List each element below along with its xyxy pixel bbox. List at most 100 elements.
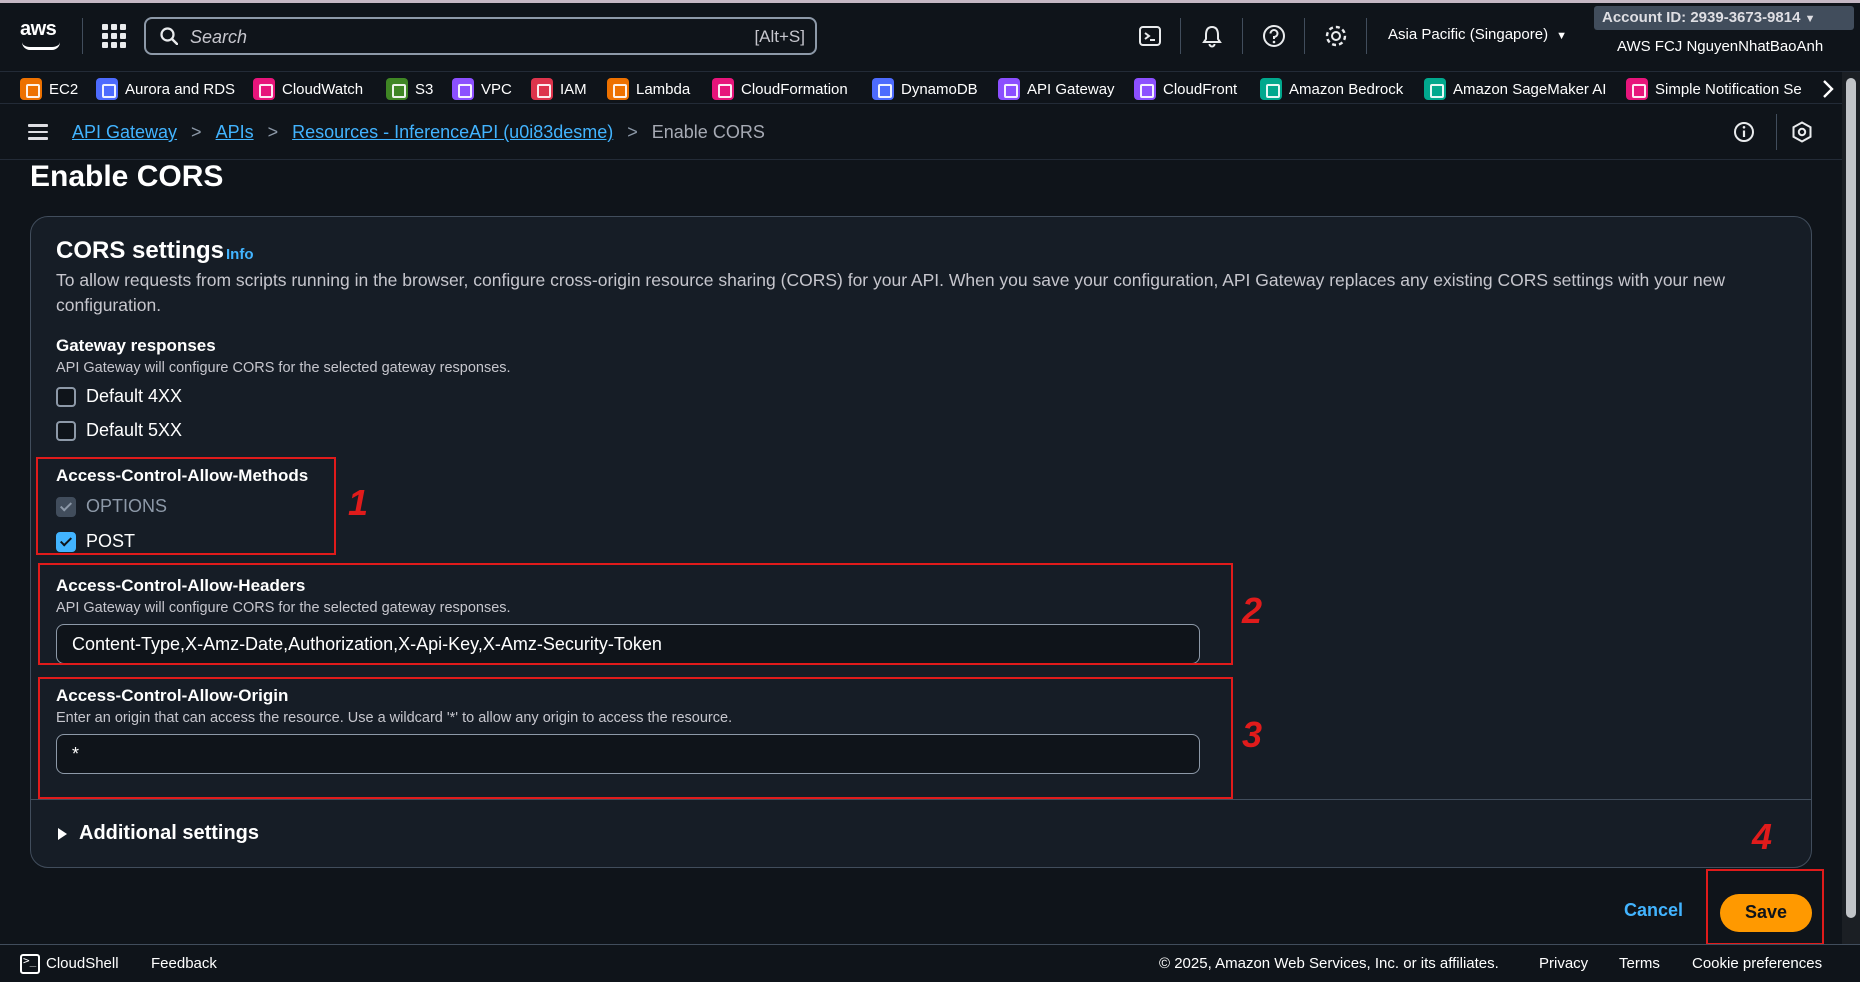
- search-shortcut: [Alt+S]: [754, 27, 805, 46]
- menu-icon[interactable]: [28, 124, 48, 140]
- s3-icon: [386, 78, 408, 100]
- account-id-menu[interactable]: Account ID: 2939-3673-9814 ▼: [1594, 6, 1854, 30]
- chevron-right-icon: >: [627, 122, 638, 142]
- favorite-vpc[interactable]: VPC: [452, 76, 512, 102]
- search-input[interactable]: Search [Alt+S]: [144, 17, 817, 55]
- region-selector[interactable]: Asia Pacific (Singapore) ▼: [1388, 26, 1567, 43]
- nav-divider: [1242, 18, 1243, 54]
- favorite-dynamodb[interactable]: DynamoDB: [872, 76, 978, 102]
- info-link[interactable]: Info: [226, 246, 254, 263]
- chevron-right-icon: >: [191, 122, 202, 142]
- favorite-sns[interactable]: Simple Notification Se: [1626, 76, 1810, 102]
- favorite-label: Lambda: [636, 80, 691, 98]
- favorite-label: DynamoDB: [901, 80, 978, 98]
- favorite-lambda[interactable]: Lambda: [607, 76, 690, 102]
- gear-icon[interactable]: [1322, 22, 1350, 50]
- annotation-number-2: 2: [1242, 590, 1263, 631]
- aws-logo[interactable]: aws: [20, 18, 64, 52]
- annotation-box-3: [38, 677, 1233, 799]
- cloudfront-icon: [1134, 78, 1156, 100]
- cancel-button[interactable]: Cancel: [1624, 900, 1683, 921]
- favorite-label: Simple Notification Se: [1655, 80, 1802, 98]
- annotation-box-4: [1706, 869, 1824, 945]
- top-navigation: aws Search [Alt+S] Asia Pacific (Singapo…: [0, 0, 1860, 72]
- cloudwatch-icon: [253, 78, 275, 100]
- scrollbar-thumb[interactable]: [1846, 78, 1856, 918]
- favorite-cloudwatch[interactable]: CloudWatch: [253, 76, 363, 102]
- nav-divider: [1304, 18, 1305, 54]
- favorite-ec2[interactable]: EC2: [20, 76, 78, 102]
- favorite-label: IAM: [560, 80, 587, 98]
- apps-icon[interactable]: [100, 22, 126, 48]
- breadcrumb-bar: API Gateway > APIs > Resources - Inferen…: [0, 104, 1860, 160]
- favorite-label: Amazon Bedrock: [1289, 80, 1404, 98]
- chevron-right-icon: >: [267, 122, 279, 142]
- favorite-iam[interactable]: IAM: [531, 76, 587, 102]
- favorite-s3[interactable]: S3: [386, 76, 433, 102]
- info-icon[interactable]: [1732, 120, 1756, 144]
- feedback-link[interactable]: Feedback: [151, 955, 217, 972]
- favorite-label: CloudFormation: [741, 80, 848, 98]
- footer: CloudShell Feedback © 2025, Amazon Web S…: [0, 944, 1860, 982]
- account-id-label: Account ID: 2939-3673-9814: [1602, 9, 1801, 26]
- favorite-label: Aurora and RDS: [125, 80, 236, 98]
- aurora-icon: [96, 78, 118, 100]
- additional-settings-expander[interactable]: Additional settings: [58, 822, 259, 845]
- nav-divider: [1180, 18, 1181, 54]
- favorite-label: CloudWatch: [282, 80, 364, 98]
- default-4xx-checkbox[interactable]: [56, 387, 76, 407]
- cors-settings-title: CORS settings: [56, 237, 225, 264]
- cloudshell-icon[interactable]: [20, 954, 40, 974]
- favorite-bedrock[interactable]: Amazon Bedrock: [1260, 76, 1403, 102]
- breadcrumb-current: Enable CORS: [651, 122, 765, 142]
- breadcrumb-api-gateway[interactable]: API Gateway: [72, 122, 177, 143]
- cloudshell-icon[interactable]: [1136, 22, 1164, 50]
- favorite-api-gateway[interactable]: API Gateway: [998, 76, 1115, 102]
- favorite-cloudformation[interactable]: CloudFormation: [712, 76, 848, 102]
- default-5xx-checkbox[interactable]: [56, 421, 76, 441]
- favorite-label: S3: [415, 80, 434, 98]
- nav-divider: [1776, 114, 1777, 150]
- favorite-aurora[interactable]: Aurora and RDS: [96, 76, 235, 102]
- region-label: Asia Pacific (Singapore): [1388, 26, 1549, 43]
- nav-divider: [82, 18, 83, 54]
- settings-hexagon-icon[interactable]: [1790, 120, 1814, 144]
- sns-icon: [1626, 78, 1648, 100]
- cookie-preferences-link[interactable]: Cookie preferences: [1692, 955, 1822, 972]
- favorite-label: VPC: [481, 80, 512, 98]
- caret-down-icon: ▼: [1556, 30, 1567, 42]
- aws-smile-icon: [22, 42, 60, 50]
- favorite-label: EC2: [49, 80, 79, 98]
- copyright-text: © 2025, Amazon Web Services, Inc. or its…: [1159, 955, 1499, 972]
- nav-divider: [1366, 18, 1367, 54]
- ec2-icon: [20, 78, 42, 100]
- gateway-responses-description: API Gateway will configure CORS for the …: [56, 360, 511, 376]
- top-accent-rule: [0, 0, 1860, 3]
- iam-icon: [531, 78, 553, 100]
- favorite-cloudfront[interactable]: CloudFront: [1134, 76, 1237, 102]
- dynamodb-icon: [872, 78, 894, 100]
- bell-icon[interactable]: [1198, 22, 1226, 50]
- help-icon[interactable]: [1260, 22, 1288, 50]
- sagemaker-icon: [1424, 78, 1446, 100]
- favorite-label: Amazon SageMaker AI: [1453, 80, 1607, 98]
- breadcrumb-apis[interactable]: APIs: [216, 122, 254, 143]
- page-title: Enable CORS: [30, 160, 224, 193]
- breadcrumb-resources[interactable]: Resources - InferenceAPI (u0i83desme): [292, 122, 613, 143]
- aws-logo-text: aws: [20, 18, 57, 40]
- section-divider: [31, 799, 1811, 800]
- default-4xx-label: Default 4XX: [86, 386, 183, 406]
- terms-link[interactable]: Terms: [1619, 955, 1660, 972]
- gateway-responses-label: Gateway responses: [56, 336, 216, 355]
- bedrock-icon: [1260, 78, 1282, 100]
- additional-settings-label: Additional settings: [79, 822, 259, 844]
- default-5xx-label: Default 5XX: [86, 420, 183, 440]
- chevron-right-icon[interactable]: [1818, 78, 1838, 100]
- annotation-box-1: [36, 457, 336, 555]
- favorite-sagemaker[interactable]: Amazon SageMaker AI: [1424, 76, 1606, 102]
- search-placeholder: Search: [190, 27, 248, 47]
- cloudshell-link[interactable]: CloudShell: [46, 955, 119, 972]
- cloudformation-icon: [712, 78, 734, 100]
- privacy-link[interactable]: Privacy: [1539, 955, 1588, 972]
- username-label[interactable]: AWS FCJ NguyenNhatBaoAnh: [1617, 38, 1823, 55]
